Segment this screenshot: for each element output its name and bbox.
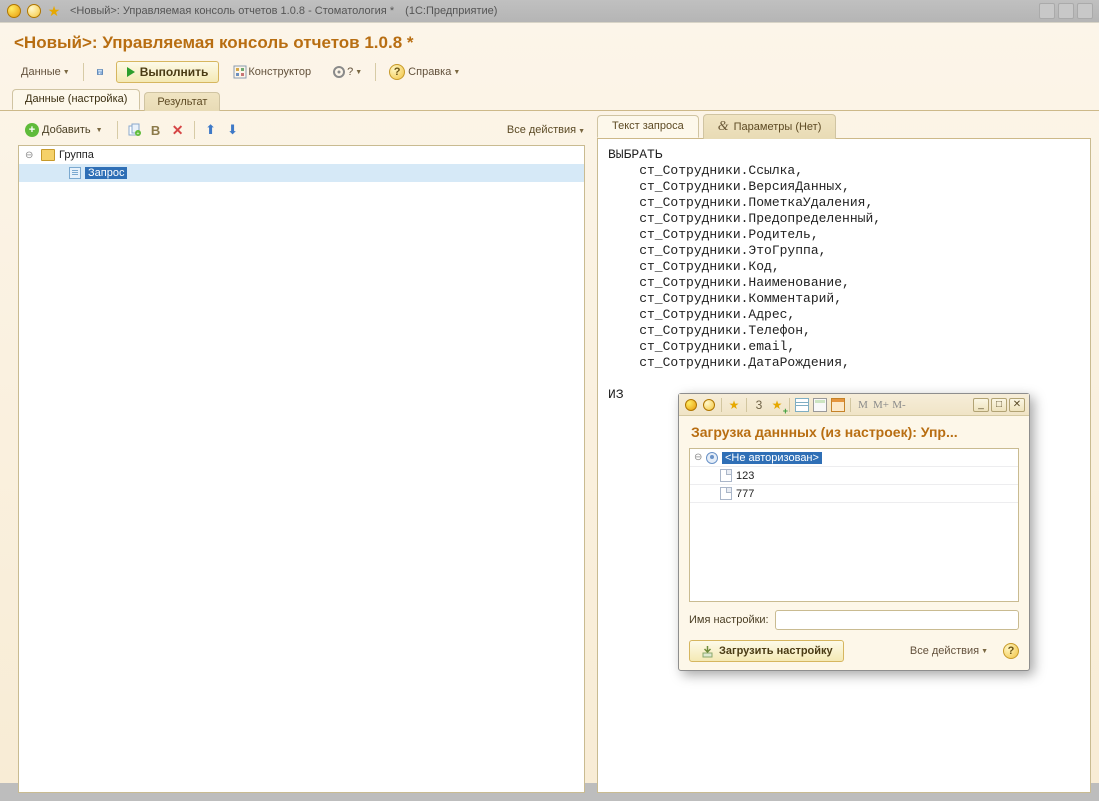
dialog-titlebar: ★ 3 ★ M M+ M- _ □ ✕ [679,394,1029,416]
dlg-star-icon[interactable]: ★ [726,397,742,413]
constructor-icon [232,64,248,80]
dialog-form: Имя настройки: [679,606,1029,636]
user-icon [706,452,718,464]
dialog-title: Загрузка даннных (из настроек): Упр... [679,416,1029,444]
dlg-all-actions[interactable]: Все действия▼ [903,642,995,660]
page-icon [720,487,732,500]
dlg-m-button[interactable]: M [855,397,871,413]
dlg-star-add-icon[interactable]: ★ [769,397,785,413]
collapse-icon[interactable]: ⊖ [25,150,37,161]
help-menu[interactable]: ? Справка▼ [382,61,467,83]
dlg-table-icon[interactable] [794,397,810,413]
ampersand-icon: & [718,119,729,134]
dlg-app-icon [683,397,699,413]
dlg-calendar-icon[interactable] [830,397,846,413]
window-title-right: (1С:Предприятие) [405,5,497,17]
right-tabs: Текст запроса &Параметры (Нет) [597,115,1091,139]
delete-button[interactable]: ✕ [169,121,187,139]
dlg-minimize-button[interactable]: _ [973,398,989,412]
save-button[interactable] [90,62,110,82]
dlg-root-row[interactable]: ⊖ <Не авторизован> [690,449,1018,467]
dlg-mplus-button[interactable]: M+ [873,397,889,413]
tab-query-text[interactable]: Текст запроса [597,115,699,138]
dialog-footer: Загрузить настройку Все действия▼ ? [679,636,1029,670]
dlg-close-button[interactable]: ✕ [1009,398,1025,412]
query-icon [69,167,81,179]
constructor-button[interactable]: Конструктор [225,61,318,83]
tree-toolbar: + Добавить▼ + В ✕ ⬆ ⬇ Все действия▼ [18,117,585,143]
window-icon-2[interactable] [1058,3,1074,19]
page-icon [720,469,732,482]
query-tree[interactable]: ⊖ Группа Запрос [18,145,585,793]
load-setting-button[interactable]: Загрузить настройку [689,640,844,662]
load-settings-dialog: ★ 3 ★ M M+ M- _ □ ✕ Загрузка даннных (из… [678,393,1030,671]
dlg-calc-icon[interactable] [812,397,828,413]
window-icon-1[interactable] [1039,3,1055,19]
copy-button[interactable]: + [125,121,143,139]
tab-settings[interactable]: Данные (настройка) [12,89,140,110]
folder-icon [41,149,55,161]
dlg-item-row[interactable]: 123 [690,467,1018,485]
tree-group-row[interactable]: ⊖ Группа [19,146,584,164]
tree-query-row[interactable]: Запрос [19,164,584,182]
page-title: <Новый>: Управляемая консоль отчетов 1.0… [0,23,1099,59]
dlg-item-row[interactable]: 777 [690,485,1018,503]
data-menu[interactable]: Данные▼ [14,63,77,81]
execute-button[interactable]: Выполнить [116,61,220,83]
all-actions-menu[interactable]: Все действия▼ [507,124,585,136]
dlg-back-icon[interactable] [701,397,717,413]
dlg-maximize-button[interactable]: □ [991,398,1007,412]
collapse-icon[interactable]: ⊖ [694,452,706,463]
b-button[interactable]: В [147,121,165,139]
setting-name-input[interactable] [775,610,1019,630]
move-down-button[interactable]: ⬇ [224,121,242,139]
plus-icon: + [25,123,39,137]
window-titlebar: ★ <Новый>: Управляемая консоль отчетов 1… [0,0,1099,22]
gear-icon [331,64,347,80]
load-icon [700,644,714,658]
main-toolbar: Данные▼ Выполнить Конструктор ?▼ ? Справ… [0,59,1099,89]
move-up-button[interactable]: ⬆ [202,121,220,139]
svg-text:+: + [136,131,139,137]
window-icon-3[interactable] [1077,3,1093,19]
help-icon: ? [389,64,405,80]
play-icon [127,67,135,77]
main-tabs: Данные (настройка) Результат [0,89,1099,111]
window-title-left: <Новый>: Управляемая консоль отчетов 1.0… [70,5,394,17]
dlg-help-button[interactable]: ? [1003,643,1019,659]
setting-name-label: Имя настройки: [689,614,769,626]
app-icon [6,3,22,19]
tab-result[interactable]: Результат [144,92,220,111]
add-button[interactable]: + Добавить▼ [18,120,110,140]
dlg-counter: 3 [751,397,767,413]
nav-back-icon[interactable] [26,3,42,19]
favorite-star-icon[interactable]: ★ [46,3,62,19]
dialog-list[interactable]: ⊖ <Не авторизован> 123 777 [689,448,1019,602]
tab-parameters[interactable]: &Параметры (Нет) [703,114,837,139]
dlg-mminus-button[interactable]: M- [891,397,907,413]
settings-button[interactable]: ?▼ [324,61,369,83]
